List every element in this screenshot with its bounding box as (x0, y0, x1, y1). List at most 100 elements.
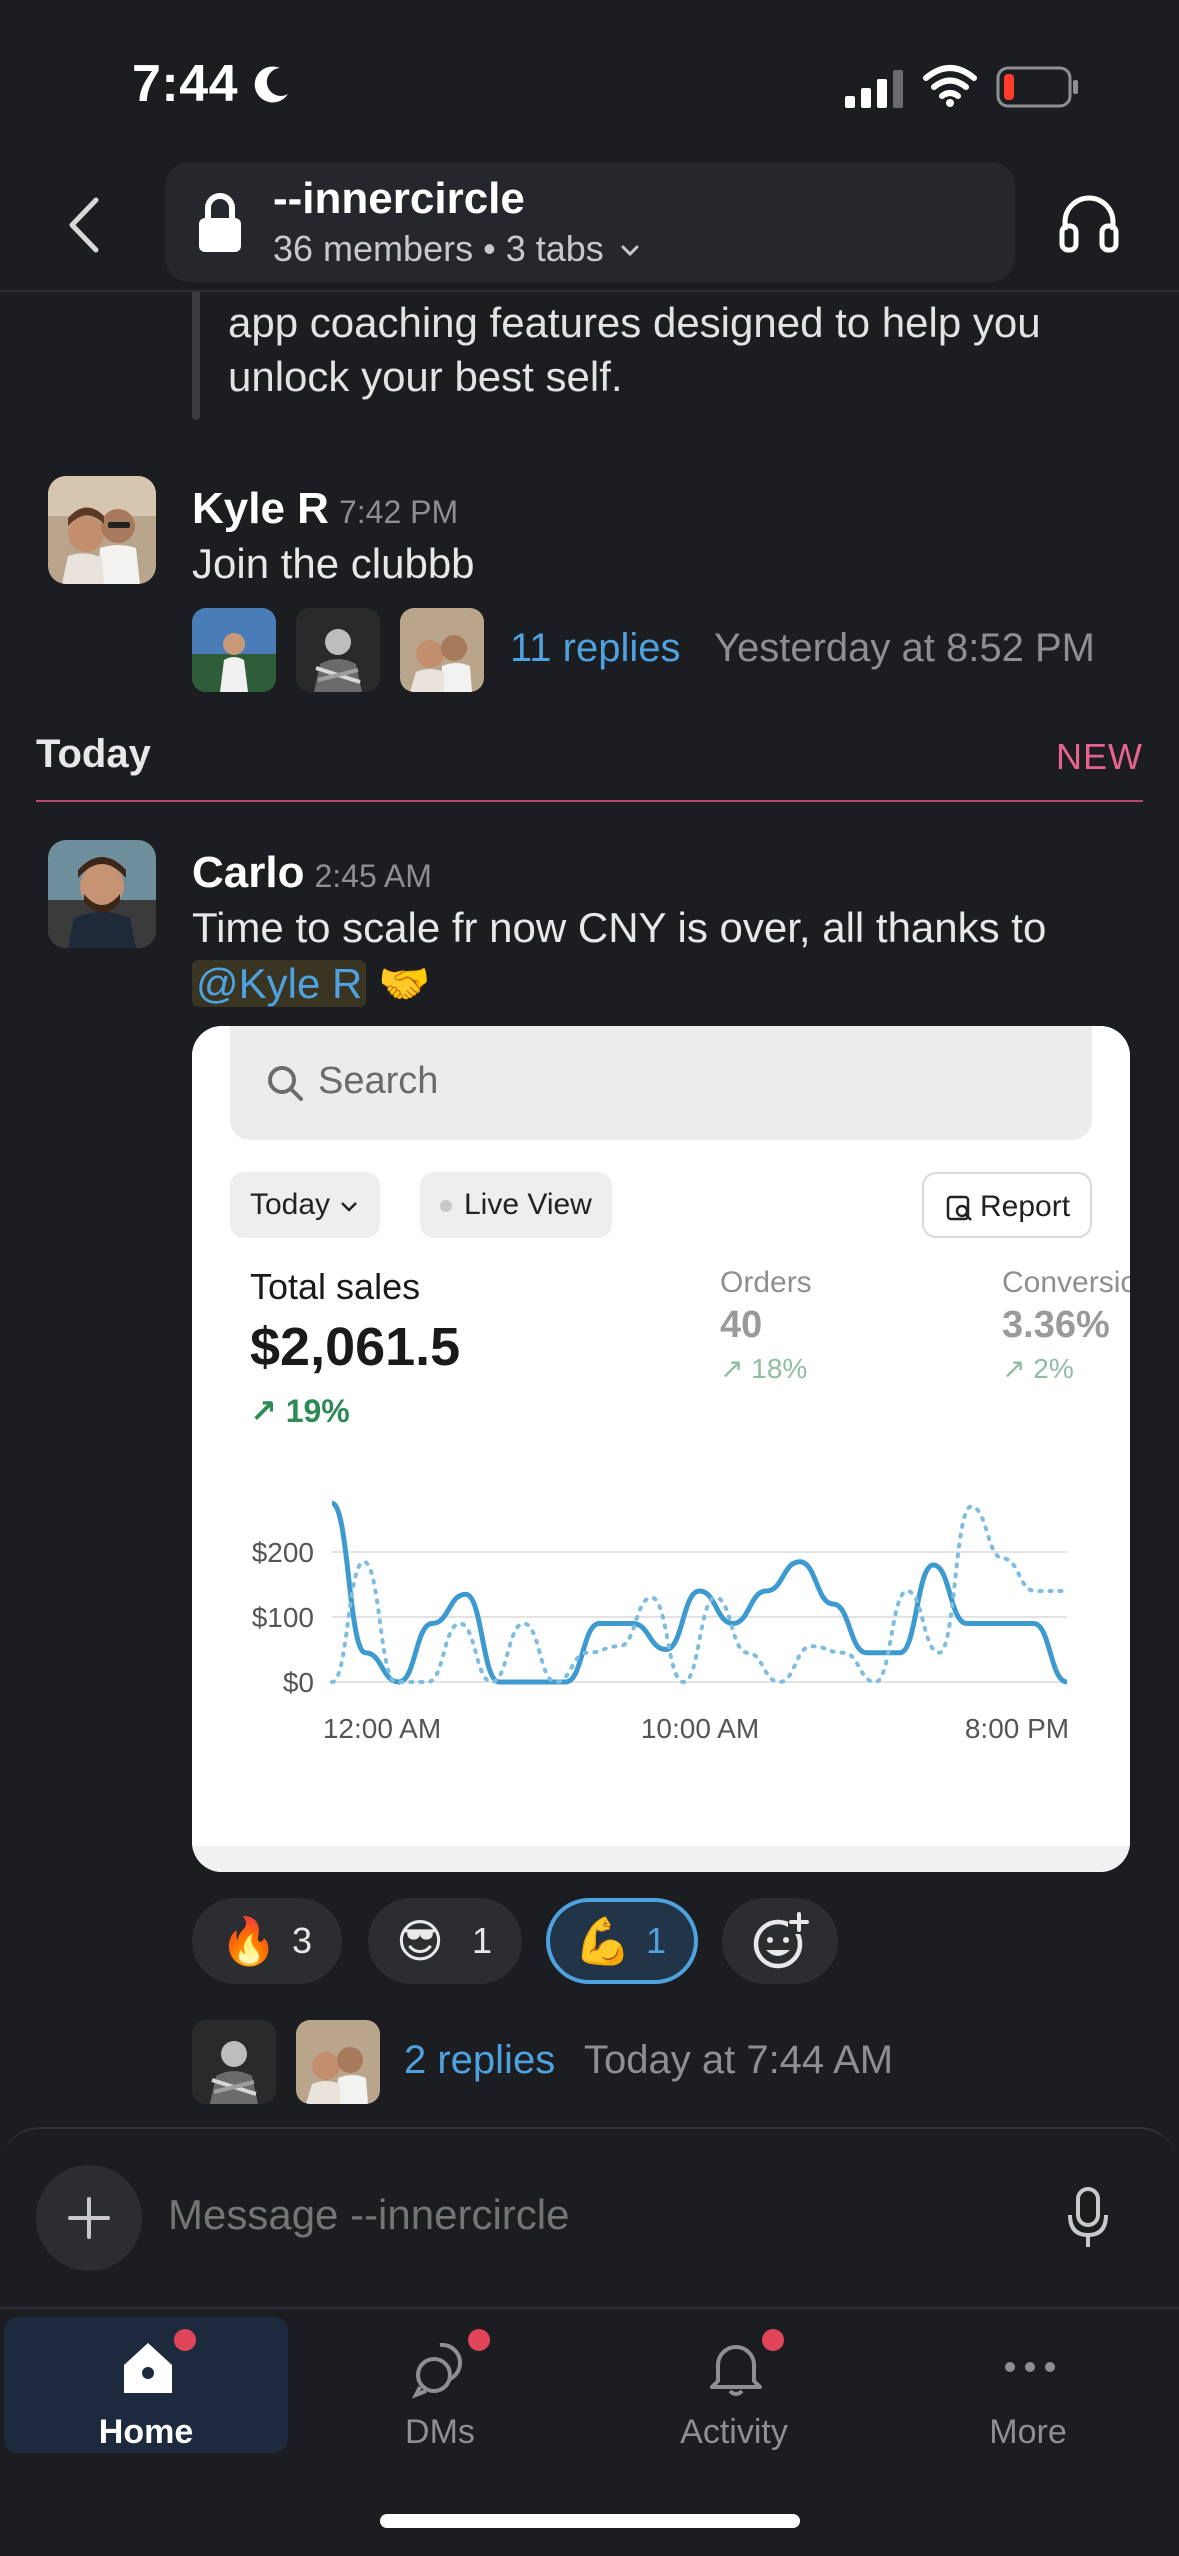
live-dot-icon (440, 1200, 452, 1213)
image-attachment[interactable]: Search Today Live View Report Total sale… (192, 1026, 1130, 1872)
handshake-emoji: 🤝 (378, 960, 431, 1007)
embedded-search-placeholder: Search (318, 1060, 439, 1102)
message-text: Join the clubbb (192, 540, 475, 587)
add-reaction-button[interactable] (722, 1898, 838, 1984)
avatar (192, 2020, 276, 2104)
thread-last-reply-time: Yesterday at 8:52 PM (714, 626, 1095, 670)
date-filter-chip: Today (230, 1172, 381, 1238)
tab-home[interactable]: Home (4, 2317, 288, 2453)
author-name[interactable]: Kyle R (192, 484, 329, 533)
reaction-count: 3 (292, 1920, 313, 1961)
orders-delta: ↗ 18% (720, 1353, 808, 1384)
x-tick-label: 8:00 PM (965, 1713, 1069, 1744)
message-text: Time to scale fr now CNY is over, all th… (192, 900, 1142, 1012)
clock: 7:44 (132, 55, 239, 113)
quote-bar (192, 292, 200, 420)
home-indicator (380, 2514, 800, 2528)
user-mention[interactable]: @Kyle R (192, 960, 367, 1007)
reaction-sunglasses[interactable]: 😎 1 (368, 1898, 522, 1984)
plus-icon (68, 2197, 110, 2239)
new-messages-marker: NEW (1056, 736, 1143, 777)
meta-separator: • (483, 228, 496, 269)
date-divider-label: Today (36, 732, 151, 776)
chevron-down-icon (341, 1202, 357, 1212)
message-author[interactable]: Carlo 2:45 AM (192, 848, 432, 898)
conversion-delta: ↗ 2% (1002, 1353, 1074, 1384)
thread-replies-link[interactable]: 2 replies (404, 2038, 555, 2083)
reaction-count: 1 (472, 1920, 493, 1961)
author-name[interactable]: Carlo (192, 848, 304, 897)
report-icon (946, 1195, 972, 1221)
tab-more[interactable]: More (886, 2317, 1170, 2453)
report-label: Report (980, 1190, 1071, 1223)
message-time: 7:42 PM (338, 494, 459, 530)
notification-dot (174, 2329, 196, 2351)
avatar[interactable] (48, 476, 156, 584)
comparison-series-line (330, 1504, 1069, 1685)
tab-label: More (989, 2413, 1067, 2451)
bell-icon (710, 2345, 762, 2396)
reaction-fire[interactable]: 🔥 3 (192, 1898, 342, 1984)
status-bar: 7:44 (0, 0, 1179, 160)
notification-dot (762, 2329, 784, 2351)
message-feed[interactable]: body's recovery, strain, sleep, and heal… (0, 292, 1179, 2127)
notification-dot (468, 2329, 490, 2351)
tab-label: DMs (405, 2413, 475, 2451)
reaction-muscle[interactable]: 💪 1 (546, 1898, 698, 1984)
moon-icon (254, 66, 288, 103)
sunglasses-emoji: 😎 (396, 1915, 444, 1967)
message-composer (0, 2127, 1179, 2307)
sales-line-chart: $200 $100 $0 12:00 AM 10:00 AM 8:00 PM (252, 1500, 1069, 1744)
conversion-value: 3.36% (1002, 1304, 1110, 1346)
report-chip: Report (922, 1172, 1093, 1238)
tab-activity[interactable]: Activity (592, 2317, 876, 2453)
tab-label: Home (98, 2413, 194, 2451)
tab-dms[interactable]: DMs (298, 2317, 582, 2453)
wifi-icon (923, 65, 977, 107)
message-input[interactable] (168, 2191, 968, 2239)
x-tick-label: 10:00 AM (641, 1713, 759, 1744)
home-icon (124, 2343, 172, 2393)
thread-summary[interactable]: 11 replies Yesterday at 8:52 PM (192, 608, 1152, 694)
total-sales-value: $2,061.5 (250, 1317, 461, 1377)
member-count: 36 members (273, 228, 474, 269)
analytics-screenshot: Search Today Live View Report Total sale… (192, 1026, 1130, 1846)
y-tick-label: $200 (252, 1537, 314, 1568)
new-messages-divider (36, 800, 1143, 802)
y-tick-label: $0 (283, 1667, 314, 1698)
avatar (400, 608, 484, 692)
signal-icon (845, 70, 903, 108)
search-icon (268, 1066, 303, 1101)
tab-label: Activity (680, 2413, 788, 2451)
more-dots-icon (1005, 2362, 1055, 2372)
dms-icon (411, 2342, 463, 2399)
card-footer (192, 1846, 1130, 1872)
thread-replies-link[interactable]: 11 replies (510, 626, 680, 671)
attach-button[interactable] (36, 2165, 142, 2271)
orders-value: 40 (720, 1304, 763, 1346)
microphone-icon[interactable] (1064, 2185, 1112, 2251)
avatar (296, 2020, 380, 2104)
live-view-label: Live View (464, 1188, 592, 1221)
avatar[interactable] (48, 840, 156, 948)
chevron-down-icon (621, 245, 639, 257)
embedded-search-bar: Search (230, 1026, 1092, 1140)
tab-count: 3 tabs (505, 228, 604, 269)
quote-text: body's recovery, strain, sleep, and heal… (228, 299, 1041, 400)
message-author[interactable]: Kyle R 7:42 PM (192, 484, 458, 534)
channel-meta: 36 members • 3 tabs (273, 228, 640, 270)
total-sales-label: Total sales (250, 1266, 421, 1307)
channel-info-button[interactable]: --innercircle 36 members • 3 tabs (165, 162, 1015, 282)
add-emoji-icon (753, 1912, 810, 1969)
muscle-emoji: 💪 (574, 1915, 632, 1967)
thread-summary[interactable]: 2 replies Today at 7:44 AM (192, 2020, 1152, 2106)
total-sales-delta: ↗ 19% (250, 1393, 350, 1429)
message-time: 2:45 AM (314, 858, 432, 894)
channel-header: --innercircle 36 members • 3 tabs (0, 160, 1179, 292)
huddle-headphones-icon[interactable] (1058, 190, 1120, 254)
date-filter-label: Today (250, 1188, 331, 1221)
fire-emoji: 🔥 (220, 1915, 278, 1967)
x-tick-label: 12:00 AM (323, 1713, 441, 1744)
channel-name: --innercircle (273, 174, 525, 223)
back-icon[interactable] (58, 190, 114, 260)
